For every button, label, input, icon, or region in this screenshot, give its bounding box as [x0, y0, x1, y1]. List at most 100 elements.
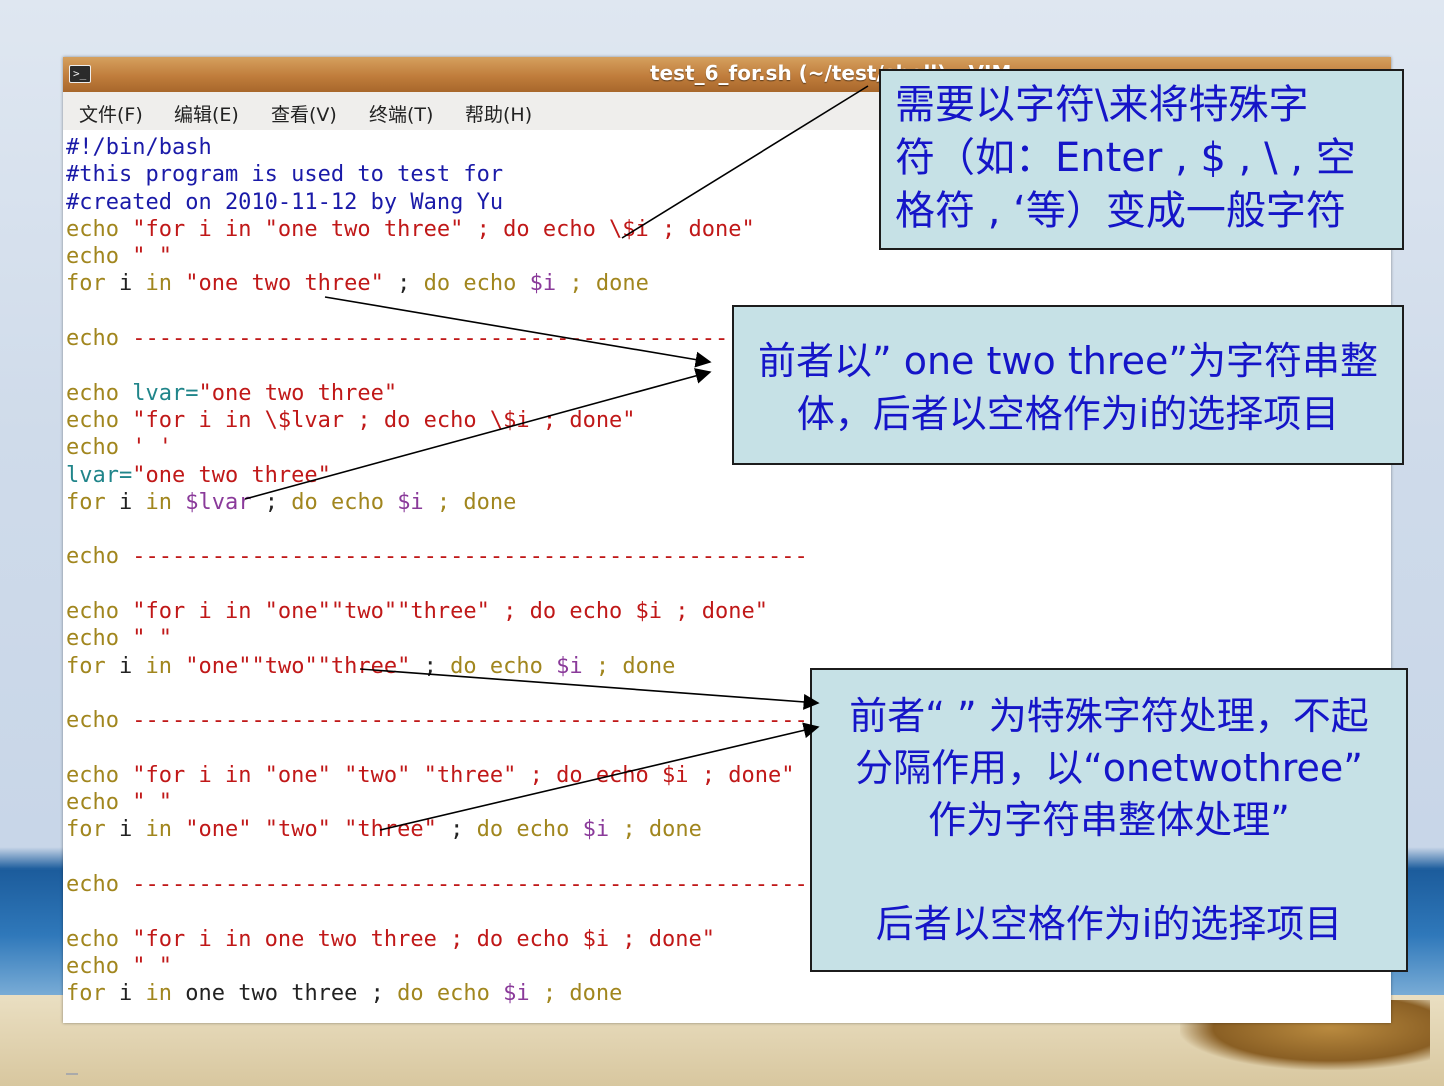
code-token: ;: [383, 271, 424, 297]
code-token: "for i in "one two three" ; do echo \$i …: [132, 216, 755, 242]
code-token: echo: [66, 926, 133, 952]
code-token: "for i in \$lvar ; do echo \$i ; done": [132, 407, 636, 433]
callout-line: 符（如：Enter , $ , \ , 空: [895, 135, 1356, 181]
code-token: ; done: [529, 981, 623, 1007]
callout-line: 分隔作用，以“onetwothree”: [855, 746, 1363, 790]
code-editor[interactable]: #!/bin/bash #this program is used to test…: [66, 134, 808, 1008]
code-token: echo: [66, 216, 133, 242]
code-token: echo: [66, 407, 133, 433]
code-line: echo " ": [66, 243, 808, 270]
menu-edit[interactable]: 编辑(E): [174, 100, 239, 127]
code-token: ; done: [609, 817, 702, 843]
code-token: ----------------------------------------…: [132, 708, 808, 734]
code-token: do echo: [450, 653, 557, 679]
callout-line: 需要以字符\来将特殊字: [895, 82, 1309, 128]
code-line: echo "for i in "one two three" ; do echo…: [66, 216, 808, 243]
code-token: echo: [66, 872, 133, 898]
code-line: echo lvar="one two three": [66, 380, 808, 407]
code-token: echo: [66, 380, 133, 406]
code-token: in: [145, 653, 186, 679]
code-token: $i: [556, 653, 583, 679]
code-token: for: [66, 817, 119, 843]
code-token: "for i in "one""two""three" ; do echo $i…: [132, 599, 768, 625]
callout-line: 后者以空格作为i的选择项目: [875, 902, 1343, 946]
terminal-icon[interactable]: >_: [69, 65, 91, 83]
code-token: i: [118, 653, 146, 679]
code-line: echo -----------------------------------…: [66, 543, 808, 570]
code-token: $i: [397, 489, 424, 515]
code-token: " ": [132, 626, 172, 652]
code-line: echo "for i in one two three ; do echo $…: [66, 926, 808, 953]
code-line: for i in "one" "two" "three" ; do echo $…: [66, 816, 808, 843]
code-line: echo " ": [66, 625, 808, 652]
callout-line: 格符 , ‘等）变成一般字符: [895, 188, 1346, 234]
code-line: #created on 2010-11-12 by Wang Yu: [66, 189, 808, 216]
code-line: #this program is used to test for: [66, 161, 808, 188]
code-token: in: [145, 817, 186, 843]
code-token: "for i in one two three ; do echo $i ; d…: [132, 926, 716, 952]
code-token: in: [145, 489, 186, 515]
callout-escape-note: 需要以字符\来将特殊字 符（如：Enter , $ , \ , 空 格符 , ‘…: [879, 69, 1404, 250]
code-token: do echo: [476, 817, 583, 843]
code-line: echo "for i in "one""two""three" ; do ec…: [66, 598, 808, 625]
code-token: ----------------------------------------…: [132, 872, 808, 898]
code-token: do echo: [397, 981, 504, 1007]
code-token: do echo: [291, 489, 398, 515]
code-token: echo: [66, 326, 133, 352]
code-token: #created on 2010-11-12 by Wang Yu: [66, 189, 504, 215]
code-token: ' ': [132, 435, 172, 461]
code-line: echo "for i in \$lvar ; do echo \$i ; do…: [66, 407, 808, 434]
code-line: lvar="one two three": [66, 462, 808, 489]
code-token: for: [66, 489, 119, 515]
callout-line: 前者“ ” 为特殊字符处理，不起: [849, 694, 1369, 738]
code-token: " ": [132, 244, 172, 270]
code-token: for: [66, 271, 119, 297]
code-token: $i: [529, 271, 557, 297]
code-token: #!/bin/bash: [66, 135, 212, 160]
code-token: echo: [66, 599, 133, 625]
menu-terminal[interactable]: 终端(T): [369, 100, 433, 127]
code-token: "for i in "one" "two" "three" ; do echo …: [132, 762, 795, 788]
code-token: in: [145, 981, 186, 1007]
code-token: ;: [410, 653, 451, 679]
code-token: echo: [66, 435, 133, 461]
code-line: for i in "one""two""three" ; do echo $i …: [66, 653, 808, 680]
code-token: "one" "two" "three": [185, 817, 437, 843]
code-token: $lvar: [185, 489, 252, 515]
editor-cursor: [66, 1073, 78, 1075]
code-token: ;: [251, 489, 292, 515]
menu-help[interactable]: 帮助(H): [465, 100, 532, 127]
code-token: " ": [132, 953, 172, 979]
code-line: echo -----------------------------------…: [66, 325, 808, 352]
code-token: echo: [66, 244, 133, 270]
code-token: "one""two""three": [185, 653, 411, 679]
callout-string-vs-space: 前者以” one two three”为字符串整 体，后者以空格作为i的选择项目: [732, 305, 1404, 465]
code-token: in: [145, 271, 186, 297]
code-token: #this program is used to test for: [66, 162, 504, 188]
code-token: i: [118, 271, 146, 297]
code-token: echo: [66, 790, 133, 816]
code-line: echo ' ': [66, 434, 808, 461]
code-line: echo " ": [66, 789, 808, 816]
menu-view[interactable]: 查看(V): [271, 100, 337, 127]
code-line: #!/bin/bash: [66, 134, 808, 161]
code-token: ;: [357, 981, 398, 1007]
callout-line: [812, 846, 1406, 898]
menu-file[interactable]: 文件(F): [79, 100, 143, 127]
callout-line: 作为字符串整体处理”: [928, 798, 1290, 842]
code-token: do echo: [423, 271, 530, 297]
code-token: ; done: [423, 489, 517, 515]
code-token: ----------------------------------------…: [132, 544, 808, 570]
code-line: for i in $lvar ; do echo $i ; done: [66, 489, 808, 516]
callout-quotes-note: 前者“ ” 为特殊字符处理，不起 分隔作用，以“onetwothree” 作为字…: [810, 668, 1408, 972]
code-token: lvar=: [66, 462, 133, 488]
code-token: one two three: [185, 981, 358, 1007]
code-line: for i in one two three ; do echo $i ; do…: [66, 980, 808, 1007]
callout-line: 体，后者以空格作为i的选择项目: [796, 392, 1340, 436]
code-token: i: [118, 489, 146, 515]
code-token: for: [66, 653, 119, 679]
